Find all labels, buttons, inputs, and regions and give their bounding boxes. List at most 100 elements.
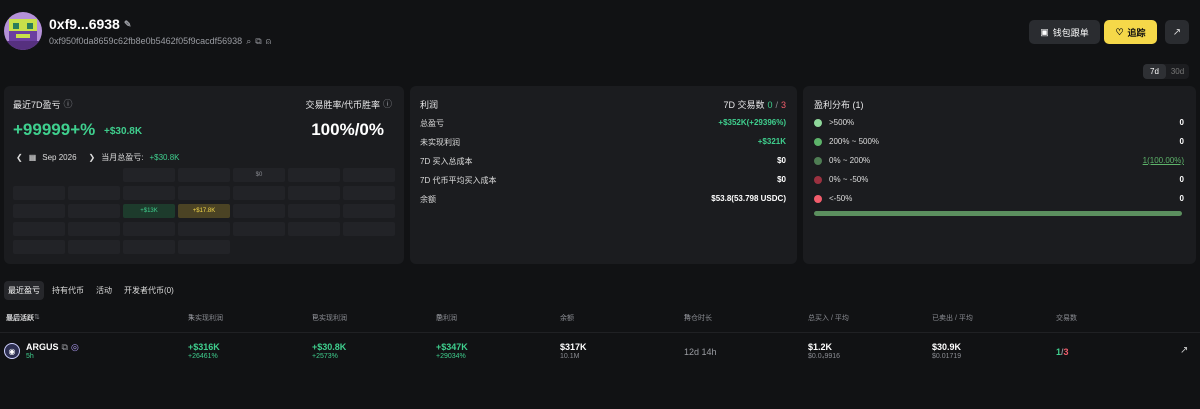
- profit-distribution-card: 盈利分布 (1) >500% 0 200% ~ 500% 0 0% ~ 200%…: [803, 86, 1196, 264]
- range-30d[interactable]: 30d: [1166, 64, 1189, 79]
- total-profit-cell: +$347K +29034%: [436, 342, 468, 360]
- chevron-right-icon[interactable]: ❯: [89, 153, 96, 162]
- wallet-address: 0xf950f0da8659c62fb8e0b5462f05f9cacdf569…: [49, 36, 243, 46]
- copy-icon[interactable]: ⧉: [62, 342, 68, 352]
- trades-cell: 1/3: [1056, 347, 1069, 357]
- info-icon[interactable]: ⓘ: [64, 100, 73, 109]
- calendar-day: [123, 222, 175, 236]
- sort-icon: ⇅: [34, 314, 40, 321]
- table-header: 币种 / 最后活跃 ⇅ 未实现利润 ⇅ 已实现利润 ⇅ 总利润 ⇅ ⓘ 余额 持…: [6, 313, 1077, 323]
- profit-row-balance: 余额 $53.8(53.798 USDC): [420, 194, 786, 204]
- token-cell: ARGUS ⧉ ◎ 5h: [26, 342, 79, 362]
- calendar-day: [68, 186, 120, 200]
- profit-title: 利润: [420, 100, 439, 110]
- distribution-title: 盈利分布 (1): [814, 100, 864, 110]
- token-symbol[interactable]: ARGUS: [26, 342, 59, 352]
- pnl-percent: +99999+%: [13, 120, 96, 139]
- calendar-day: [343, 168, 395, 182]
- calendar-day: [288, 186, 340, 200]
- distribution-row: 200% ~ 500% 0: [814, 137, 1184, 146]
- dot-icon: [814, 137, 822, 146]
- tab-holdings[interactable]: 持有代币: [48, 281, 88, 300]
- heart-icon: ♡: [1115, 26, 1124, 37]
- calendar-day: [13, 204, 65, 218]
- calendar-day: [68, 204, 120, 218]
- calendar-day: [178, 168, 230, 182]
- chevron-left-icon[interactable]: ❮: [16, 153, 23, 162]
- distribution-row: <-50% 0: [814, 194, 1184, 203]
- col-token[interactable]: 币种 / 最后活跃 ⇅: [6, 313, 40, 323]
- dot-icon: [814, 118, 822, 127]
- wallet-copytrade-button[interactable]: ▣ 钱包跟单: [1029, 20, 1100, 44]
- calendar-day: [13, 222, 65, 236]
- tab-activity[interactable]: 活动: [92, 281, 116, 300]
- sold-cell: $30.9K $0.01719: [932, 342, 962, 360]
- profit-card: 利润 7D 交易数 0 / 3 总盈亏 +$352K(+29396%) 未实现利…: [410, 86, 797, 264]
- hold-time: 12d 14h: [684, 347, 717, 357]
- calendar-day: [13, 186, 65, 200]
- calendar-day: [343, 186, 395, 200]
- external-link-icon[interactable]: ↗: [1180, 346, 1188, 356]
- tab-dev-tokens[interactable]: 开发者代币(0): [120, 281, 178, 300]
- month-total-label: 当月总盈亏:: [101, 153, 144, 162]
- calendar-day: [123, 240, 175, 254]
- dot-icon: [814, 156, 822, 165]
- help-icon[interactable]: ⓘ: [383, 100, 392, 109]
- sort-icon: ⇅: [684, 314, 690, 321]
- calendar-day: [68, 168, 120, 182]
- calendar-day: [288, 240, 340, 254]
- winrate-value: 100%/0%: [311, 120, 384, 139]
- info-icon: ⓘ: [436, 315, 443, 322]
- wallet-header: 0xf9...6938 ✎ 0xf950f0da8659c62fb8e0b546…: [4, 12, 1196, 52]
- calendar-day: [68, 240, 120, 254]
- sort-icon: ⇅: [312, 314, 318, 321]
- wallet-name: 0xf9...6938 ✎: [49, 16, 132, 32]
- calendar-month: Sep 2026: [42, 153, 77, 162]
- calendar-day: [288, 222, 340, 236]
- distribution-row: 0% ~ -50% 0: [814, 175, 1184, 184]
- calendar-day: +$17.8K: [178, 204, 230, 218]
- pnl-value: +$30.8K: [104, 126, 143, 137]
- dot-icon: [814, 175, 822, 184]
- winrate-title: 交易胜率/代币胜率 ⓘ: [305, 99, 392, 111]
- external-link-icon: ↗: [1172, 26, 1182, 38]
- dot-icon: [814, 194, 822, 203]
- sort-icon: ⇅: [188, 314, 194, 321]
- distribution-row: 0% ~ 200% 1(100.00%): [814, 156, 1184, 165]
- calendar-day: +$13K: [123, 204, 175, 218]
- profit-row-avg-cost: 7D 代币平均买入成本 $0: [420, 175, 786, 185]
- follow-button[interactable]: ♡ 追踪: [1104, 20, 1157, 44]
- table-row[interactable]: ◉ ARGUS ⧉ ◎ 5h +$316K +26461% +$30.8K +257…: [4, 340, 1196, 368]
- tab-bar: 最近盈亏 持有代币 活动 开发者代币(0): [4, 281, 178, 300]
- time-range-toggle: 7d 30d: [1143, 64, 1189, 79]
- month-total-value: +$30.8K: [149, 153, 180, 162]
- user-icon[interactable]: ⍝: [266, 36, 271, 46]
- copy-icon[interactable]: ⧉: [255, 36, 261, 46]
- calendar-day: [233, 222, 285, 236]
- wallet-address-row: 0xf950f0da8659c62fb8e0b5462f05f9cacdf569…: [49, 36, 271, 46]
- token-logo: ◉: [4, 343, 20, 359]
- tab-recent-pnl[interactable]: 最近盈亏: [4, 281, 44, 300]
- calendar-day: [178, 222, 230, 236]
- calendar-icon: ▦: [28, 153, 37, 162]
- calendar-day: [233, 204, 285, 218]
- edit-icon[interactable]: ✎: [124, 19, 132, 29]
- search-icon[interactable]: ⌕: [246, 36, 251, 46]
- calendar-day: [343, 204, 395, 218]
- calendar-day: $0: [233, 168, 285, 182]
- distribution-row: >500% 0: [814, 118, 1184, 127]
- external-link-button[interactable]: ↗: [1165, 20, 1189, 44]
- profit-row-total: 总盈亏 +$352K(+29396%): [420, 118, 786, 128]
- distribution-bar: [814, 211, 1182, 216]
- range-7d[interactable]: 7d: [1143, 64, 1166, 79]
- calendar-day: [178, 186, 230, 200]
- trades-count: 7D 交易数 0 / 3: [723, 99, 786, 111]
- bought-cell: $1.2K $0.0₄9916: [808, 342, 841, 360]
- calendar-day: [123, 168, 175, 182]
- calendar-day: [288, 204, 340, 218]
- calendar-day: [233, 186, 285, 200]
- calendar-day: [343, 240, 395, 254]
- calendar-day: [178, 240, 230, 254]
- calendar-day: [233, 240, 285, 254]
- pnl-calendar-grid: $0 +$13K +$17.8K: [13, 168, 395, 254]
